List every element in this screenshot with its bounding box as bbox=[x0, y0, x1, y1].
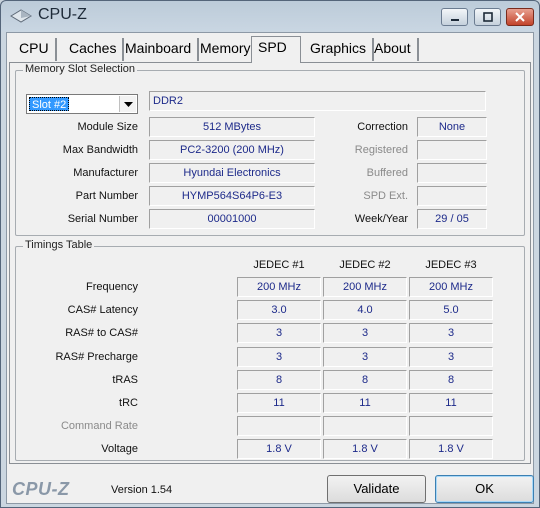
chevron-down-icon bbox=[124, 102, 133, 107]
spd-ext-value bbox=[417, 186, 487, 206]
max-bandwidth-value: PC2-3200 (200 MHz) bbox=[149, 140, 315, 160]
cas-latency-label: CAS# Latency bbox=[67, 304, 138, 316]
close-icon bbox=[515, 12, 525, 22]
slot-select[interactable]: Slot #2 bbox=[26, 94, 138, 114]
jedec-2-header: JEDEC #2 bbox=[339, 259, 391, 271]
voltage-jedec-2: 1.8 V bbox=[323, 439, 407, 459]
ras-to-cas-jedec-1: 3 bbox=[237, 323, 321, 343]
ras-to-cas-jedec-3: 3 bbox=[409, 323, 493, 343]
close-button[interactable] bbox=[506, 8, 534, 26]
part-number-value: HYMP564S64P6-E3 bbox=[149, 186, 315, 206]
buffered-label: Buffered bbox=[366, 167, 408, 179]
tab-spd[interactable]: SPD bbox=[251, 36, 301, 63]
memory-type-value: DDR2 bbox=[149, 91, 486, 111]
footer-bar: CPU-Z Version 1.54 Validate OK bbox=[7, 467, 534, 503]
tab-cpu[interactable]: CPU bbox=[13, 38, 57, 61]
slot-select-value: Slot #2 bbox=[29, 97, 70, 111]
tras-jedec-2: 8 bbox=[323, 370, 407, 390]
frequency-jedec-3: 200 MHz bbox=[409, 277, 493, 297]
tab-memory[interactable]: Memory bbox=[194, 38, 259, 61]
max-bandwidth-label: Max Bandwidth bbox=[62, 144, 138, 156]
cas-latency-jedec-1: 3.0 bbox=[237, 300, 321, 320]
frequency-jedec-1: 200 MHz bbox=[237, 277, 321, 297]
tab-caches[interactable]: Caches bbox=[63, 38, 125, 61]
ras-to-cas-label: RAS# to CAS# bbox=[65, 327, 138, 339]
registered-label: Registered bbox=[354, 144, 408, 156]
command-rate-label: Command Rate bbox=[60, 420, 138, 432]
trc-jedec-3: 11 bbox=[409, 393, 493, 413]
module-size-value: 512 MBytes bbox=[149, 117, 315, 137]
buffered-value bbox=[417, 163, 487, 183]
trc-jedec-2: 11 bbox=[323, 393, 407, 413]
ok-button[interactable]: OK bbox=[435, 475, 534, 503]
week-year-value: 29 / 05 bbox=[417, 209, 487, 229]
cas-latency-jedec-3: 5.0 bbox=[409, 300, 493, 320]
spd-panel: Memory Slot Selection Slot #2 DDR2 Modul… bbox=[9, 62, 531, 464]
title-bar[interactable]: CPU-Z bbox=[1, 1, 539, 32]
cpuz-brand-logo: CPU-Z bbox=[12, 479, 70, 499]
tras-jedec-3: 8 bbox=[409, 370, 493, 390]
trc-label: tRC bbox=[119, 397, 138, 409]
ras-precharge-jedec-1: 3 bbox=[237, 347, 321, 367]
command-rate-jedec-3 bbox=[409, 416, 493, 436]
cpuz-app-icon bbox=[10, 9, 32, 23]
tab-bar: CPU Caches Mainboard Memory SPD Graphics… bbox=[11, 36, 531, 63]
ras-precharge-jedec-3: 3 bbox=[409, 347, 493, 367]
frequency-jedec-2: 200 MHz bbox=[323, 277, 407, 297]
command-rate-jedec-2 bbox=[323, 416, 407, 436]
voltage-jedec-1: 1.8 V bbox=[237, 439, 321, 459]
module-size-label: Module Size bbox=[77, 121, 138, 133]
maximize-icon bbox=[482, 12, 493, 22]
window-title: CPU-Z bbox=[38, 6, 87, 23]
ras-precharge-label: RAS# Precharge bbox=[55, 351, 138, 363]
voltage-label: Voltage bbox=[101, 443, 138, 455]
version-label: Version 1.54 bbox=[111, 484, 173, 496]
timings-group-title: Timings Table bbox=[23, 239, 95, 251]
registered-value bbox=[417, 140, 487, 160]
serial-number-value: 00001000 bbox=[149, 209, 315, 229]
manufacturer-label: Manufacturer bbox=[73, 167, 138, 179]
slot-select-arrow[interactable] bbox=[119, 96, 136, 112]
part-number-label: Part Number bbox=[75, 190, 138, 202]
voltage-jedec-3: 1.8 V bbox=[409, 439, 493, 459]
validate-button[interactable]: Validate bbox=[327, 475, 426, 503]
correction-label: Correction bbox=[357, 121, 408, 133]
client-area: CPU Caches Mainboard Memory SPD Graphics… bbox=[6, 32, 534, 504]
timings-group: Timings Table JEDEC #1 JEDEC #2 JEDEC #3… bbox=[15, 239, 525, 461]
trc-jedec-1: 11 bbox=[237, 393, 321, 413]
jedec-1-header: JEDEC #1 bbox=[253, 259, 305, 271]
week-year-label: Week/Year bbox=[354, 213, 408, 225]
memory-slot-group-title: Memory Slot Selection bbox=[23, 63, 138, 75]
spd-ext-label: SPD Ext. bbox=[363, 190, 408, 202]
serial-number-label: Serial Number bbox=[67, 213, 138, 225]
cpuz-window: CPU-Z CPU Caches Mainboard Memory SPD Gr… bbox=[0, 0, 540, 508]
correction-value: None bbox=[417, 117, 487, 137]
frequency-label: Frequency bbox=[86, 281, 138, 293]
memory-slot-group: Memory Slot Selection Slot #2 DDR2 Modul… bbox=[15, 63, 525, 236]
minimize-button[interactable] bbox=[441, 8, 468, 26]
command-rate-jedec-1 bbox=[237, 416, 321, 436]
tab-mainboard[interactable]: Mainboard bbox=[119, 38, 200, 61]
tras-label: tRAS bbox=[112, 374, 138, 386]
cas-latency-jedec-2: 4.0 bbox=[323, 300, 407, 320]
manufacturer-value: Hyundai Electronics bbox=[149, 163, 315, 183]
tras-jedec-1: 8 bbox=[237, 370, 321, 390]
minimize-icon bbox=[450, 19, 459, 21]
maximize-button[interactable] bbox=[474, 8, 501, 26]
jedec-3-header: JEDEC #3 bbox=[425, 259, 477, 271]
ras-precharge-jedec-2: 3 bbox=[323, 347, 407, 367]
tab-about[interactable]: About bbox=[368, 38, 419, 61]
ras-to-cas-jedec-2: 3 bbox=[323, 323, 407, 343]
tab-graphics[interactable]: Graphics bbox=[304, 38, 375, 61]
